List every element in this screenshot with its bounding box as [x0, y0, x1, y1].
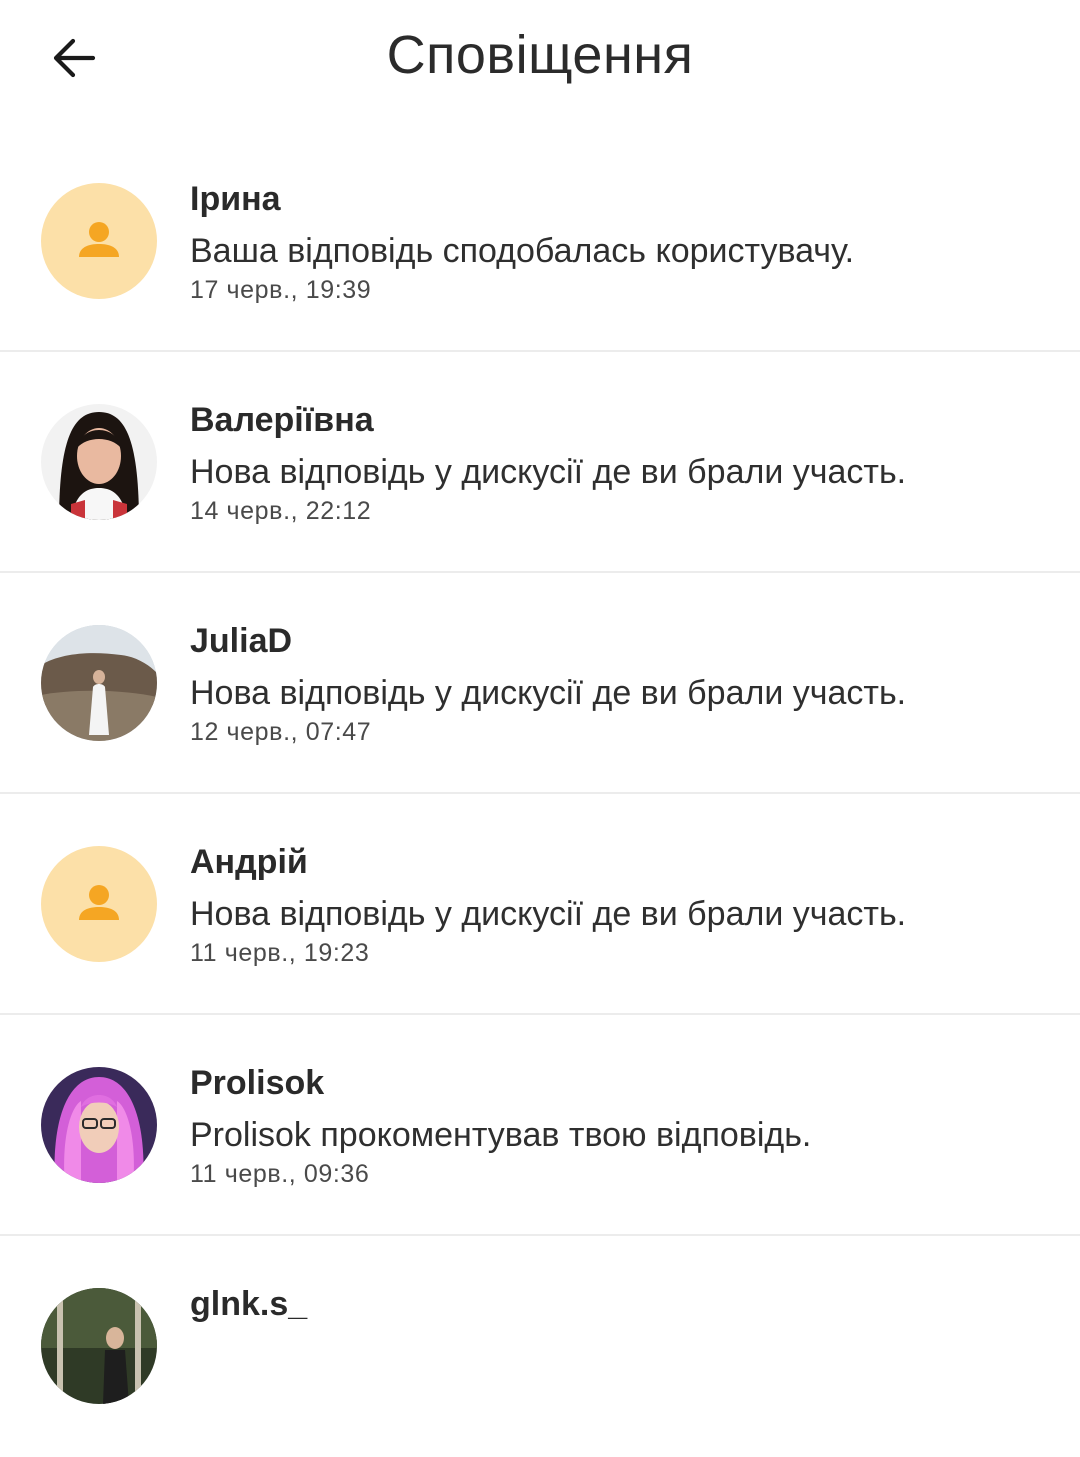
avatar — [41, 1067, 157, 1183]
notification-item[interactable]: glnk.s_ — [0, 1236, 1080, 1457]
notification-time: 11 черв., 19:23 — [190, 939, 370, 967]
notification-item[interactable]: Андрій Нова відповідь у дискусії де ви б… — [0, 794, 1080, 1015]
notification-item[interactable]: Ірина Ваша відповідь сподобалась користу… — [0, 131, 1080, 352]
notification-message: Ваша відповідь сподобалась користувачу. — [190, 232, 855, 270]
notification-time: 14 черв., 22:12 — [190, 497, 372, 525]
notification-message: Prolisok прокоментував твою відповідь. — [190, 1116, 812, 1154]
notification-time: 12 черв., 07:47 — [190, 718, 372, 746]
avatar — [41, 1288, 157, 1404]
notification-message: Нова відповідь у дискусії де ви брали уч… — [190, 674, 907, 712]
user-photo — [41, 625, 157, 741]
notification-time: 11 черв., 09:36 — [190, 1160, 370, 1188]
notification-author: Ірина — [190, 180, 281, 218]
user-photo — [41, 1067, 157, 1183]
notification-item[interactable]: Prolisok Prolisok прокоментував твою від… — [0, 1015, 1080, 1236]
avatar — [41, 183, 157, 299]
notification-message: Нова відповідь у дискусії де ви брали уч… — [190, 453, 907, 491]
avatar — [41, 404, 157, 520]
notification-message: Нова відповідь у дискусії де ви брали уч… — [190, 895, 907, 933]
notification-item[interactable]: JuliaD Нова відповідь у дискусії де ви б… — [0, 573, 1080, 794]
avatar — [41, 625, 157, 741]
person-placeholder-icon — [79, 222, 119, 257]
notification-time: 17 черв., 19:39 — [190, 276, 372, 304]
user-photo — [41, 404, 157, 520]
page-title: Сповіщення — [386, 25, 694, 85]
notification-author: Андрій — [190, 843, 308, 881]
avatar — [41, 846, 157, 962]
user-photo — [41, 1288, 157, 1404]
app-header: Сповіщення — [0, 0, 1080, 120]
notification-author: Prolisok — [190, 1064, 325, 1102]
notification-author: Валеріївна — [190, 401, 374, 439]
notification-author: glnk.s_ — [190, 1285, 308, 1323]
notification-list: Ірина Ваша відповідь сподобалась користу… — [0, 131, 1080, 1457]
notification-author: JuliaD — [190, 622, 293, 660]
person-placeholder-icon — [79, 885, 119, 920]
notification-item[interactable]: Валеріївна Нова відповідь у дискусії де … — [0, 352, 1080, 573]
